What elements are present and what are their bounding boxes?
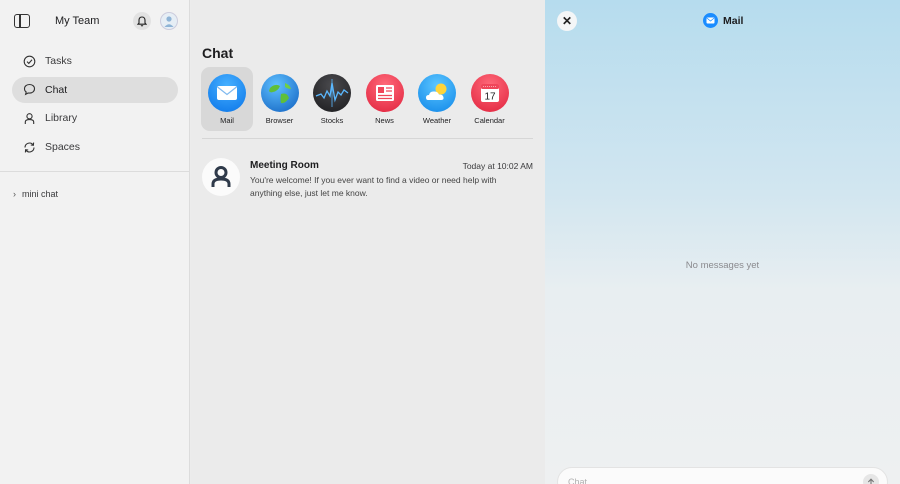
panel-title-text: Mail <box>723 14 744 27</box>
app-calendar[interactable]: 17 Calendar <box>464 67 516 131</box>
sidebar-item-label: Chat <box>45 83 68 96</box>
app-weather[interactable]: Weather <box>411 67 463 131</box>
app-mail[interactable]: Mail <box>201 67 253 131</box>
sidebar-item-label: Library <box>45 112 78 125</box>
sidebar-item-label: Spaces <box>45 141 81 154</box>
sidebar-toggle-icon[interactable] <box>14 14 30 28</box>
mini-chat-label: mini chat <box>22 189 59 199</box>
conversation-preview: You're welcome! If you ever want to find… <box>250 175 497 198</box>
page-title: Chat <box>202 45 234 61</box>
person-icon <box>211 166 231 187</box>
sidebar-divider <box>0 171 190 172</box>
globe-icon <box>260 74 299 112</box>
weather-icon <box>418 74 456 112</box>
sidebar-item-label: Tasks <box>45 55 72 67</box>
calendar-day-number: 17 <box>484 92 496 103</box>
chat-input[interactable] <box>568 475 848 484</box>
mail-panel: ✕ Mail No messages yet <box>545 0 900 484</box>
panel-title: Mail <box>703 13 743 28</box>
empty-state-text: No messages yet <box>685 260 760 271</box>
app-stocks[interactable]: Stocks <box>306 67 358 131</box>
news-icon <box>365 74 404 112</box>
mail-icon <box>208 74 246 112</box>
arrow-up-icon <box>867 477 875 484</box>
app-label: Calendar <box>474 116 505 125</box>
sidebar-item-chat[interactable]: Chat <box>12 76 178 103</box>
check-circle-icon <box>22 54 36 68</box>
sidebar-item-tasks[interactable]: Tasks <box>12 48 178 74</box>
app-browser[interactable]: Browser <box>254 67 306 131</box>
person-icon <box>22 111 36 125</box>
mini-chat-toggle[interactable]: › mini chat <box>13 189 58 199</box>
user-avatar[interactable] <box>160 12 178 30</box>
close-button[interactable]: ✕ <box>557 11 577 31</box>
chat-composer <box>557 467 888 484</box>
bell-icon <box>137 15 147 26</box>
app-label: Mail <box>220 116 234 125</box>
close-icon: ✕ <box>561 14 573 28</box>
stocks-icon <box>313 74 351 112</box>
notifications-button[interactable] <box>133 12 151 30</box>
app-label: Weather <box>422 116 452 125</box>
conversation-item[interactable]: Meeting Room Today at 10:02 AM You're we… <box>202 157 533 201</box>
conversation-name: Meeting Room <box>250 160 319 171</box>
conversation-time: Today at 10:02 AM <box>462 161 533 171</box>
sidebar-item-spaces[interactable]: Spaces <box>12 134 178 160</box>
team-name[interactable]: My Team <box>55 15 99 27</box>
sidebar-item-library[interactable]: Library <box>12 105 178 131</box>
chat-main: Chat Mail Browser Stocks News Weather 17… <box>191 0 545 484</box>
chat-bubble-icon <box>22 83 36 97</box>
app-label: Browser <box>265 116 294 125</box>
chevron-right-icon: › <box>13 189 16 199</box>
sidebar: My Team Tasks Chat Library Spaces › mini… <box>0 0 190 484</box>
sidebar-nav: Tasks Chat Library Spaces <box>12 48 178 163</box>
refresh-icon <box>22 140 36 154</box>
divider <box>202 138 533 139</box>
avatar-icon <box>164 16 174 27</box>
calendar-icon: 17 <box>470 74 509 112</box>
send-button[interactable] <box>863 474 879 484</box>
mail-icon <box>703 13 718 28</box>
app-label: News <box>375 116 394 125</box>
app-row: Mail Browser Stocks News Weather 17 Cale… <box>201 67 516 131</box>
app-news[interactable]: News <box>359 67 411 131</box>
conversation-avatar <box>202 158 240 196</box>
app-label: Stocks <box>320 116 344 125</box>
